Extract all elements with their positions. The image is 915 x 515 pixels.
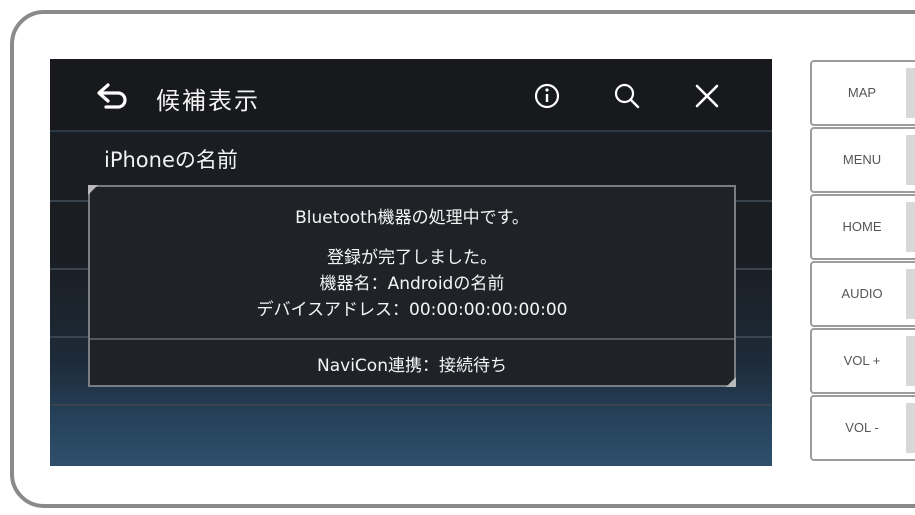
menu-button-label: MENU bbox=[842, 152, 882, 167]
volume-up-button[interactable]: VOL + bbox=[810, 328, 915, 394]
device-name-label: iPhoneの名前 bbox=[104, 148, 238, 172]
bluetooth-status-dialog: Bluetooth機器の処理中です。 登録が完了しました。 機器名：Androi… bbox=[88, 185, 736, 387]
button-edge bbox=[906, 269, 915, 319]
search-icon[interactable] bbox=[610, 79, 644, 113]
info-icon[interactable] bbox=[530, 79, 564, 113]
page-title: 候補表示 bbox=[156, 87, 260, 115]
home-button[interactable]: HOME bbox=[810, 194, 915, 260]
close-icon[interactable] bbox=[690, 79, 724, 113]
map-button[interactable]: MAP bbox=[810, 60, 915, 126]
button-edge bbox=[906, 336, 915, 386]
dialog-device-address-text: デバイスアドレス：00:00:00:00:00:00 bbox=[256, 300, 568, 320]
audio-button-label: AUDIO bbox=[841, 286, 883, 301]
button-edge bbox=[906, 403, 915, 453]
navi-screen: 候補表示 iPhoneの名前 Bluetooth機器の処理中です。 登録が完了し… bbox=[50, 59, 772, 466]
hardware-button-panel: MAP MENU HOME AUDIO VOL + VOL - bbox=[810, 60, 915, 464]
home-button-label: HOME bbox=[842, 219, 882, 234]
button-edge bbox=[906, 202, 915, 252]
row-divider bbox=[50, 404, 772, 406]
map-button-label: MAP bbox=[847, 85, 877, 100]
dialog-corner-mark bbox=[88, 185, 98, 195]
menu-button[interactable]: MENU bbox=[810, 127, 915, 193]
dialog-device-name-text: 機器名：Androidの名前 bbox=[319, 274, 505, 294]
volume-up-label: VOL + bbox=[843, 353, 881, 368]
volume-down-label: VOL - bbox=[845, 420, 879, 435]
dialog-processing-text: Bluetooth機器の処理中です。 bbox=[295, 208, 529, 228]
dialog-navicon-status-text: NaviCon連携：接続待ち bbox=[317, 356, 507, 376]
back-arrow-icon[interactable] bbox=[94, 81, 130, 111]
dialog-registered-text: 登録が完了しました。 bbox=[327, 248, 497, 268]
dialog-divider bbox=[90, 338, 734, 340]
button-edge bbox=[906, 135, 915, 185]
audio-button[interactable]: AUDIO bbox=[810, 261, 915, 327]
volume-down-button[interactable]: VOL - bbox=[810, 395, 915, 461]
dialog-corner-mark bbox=[726, 377, 736, 387]
button-edge bbox=[906, 68, 915, 118]
header-bar: 候補表示 bbox=[50, 59, 772, 131]
